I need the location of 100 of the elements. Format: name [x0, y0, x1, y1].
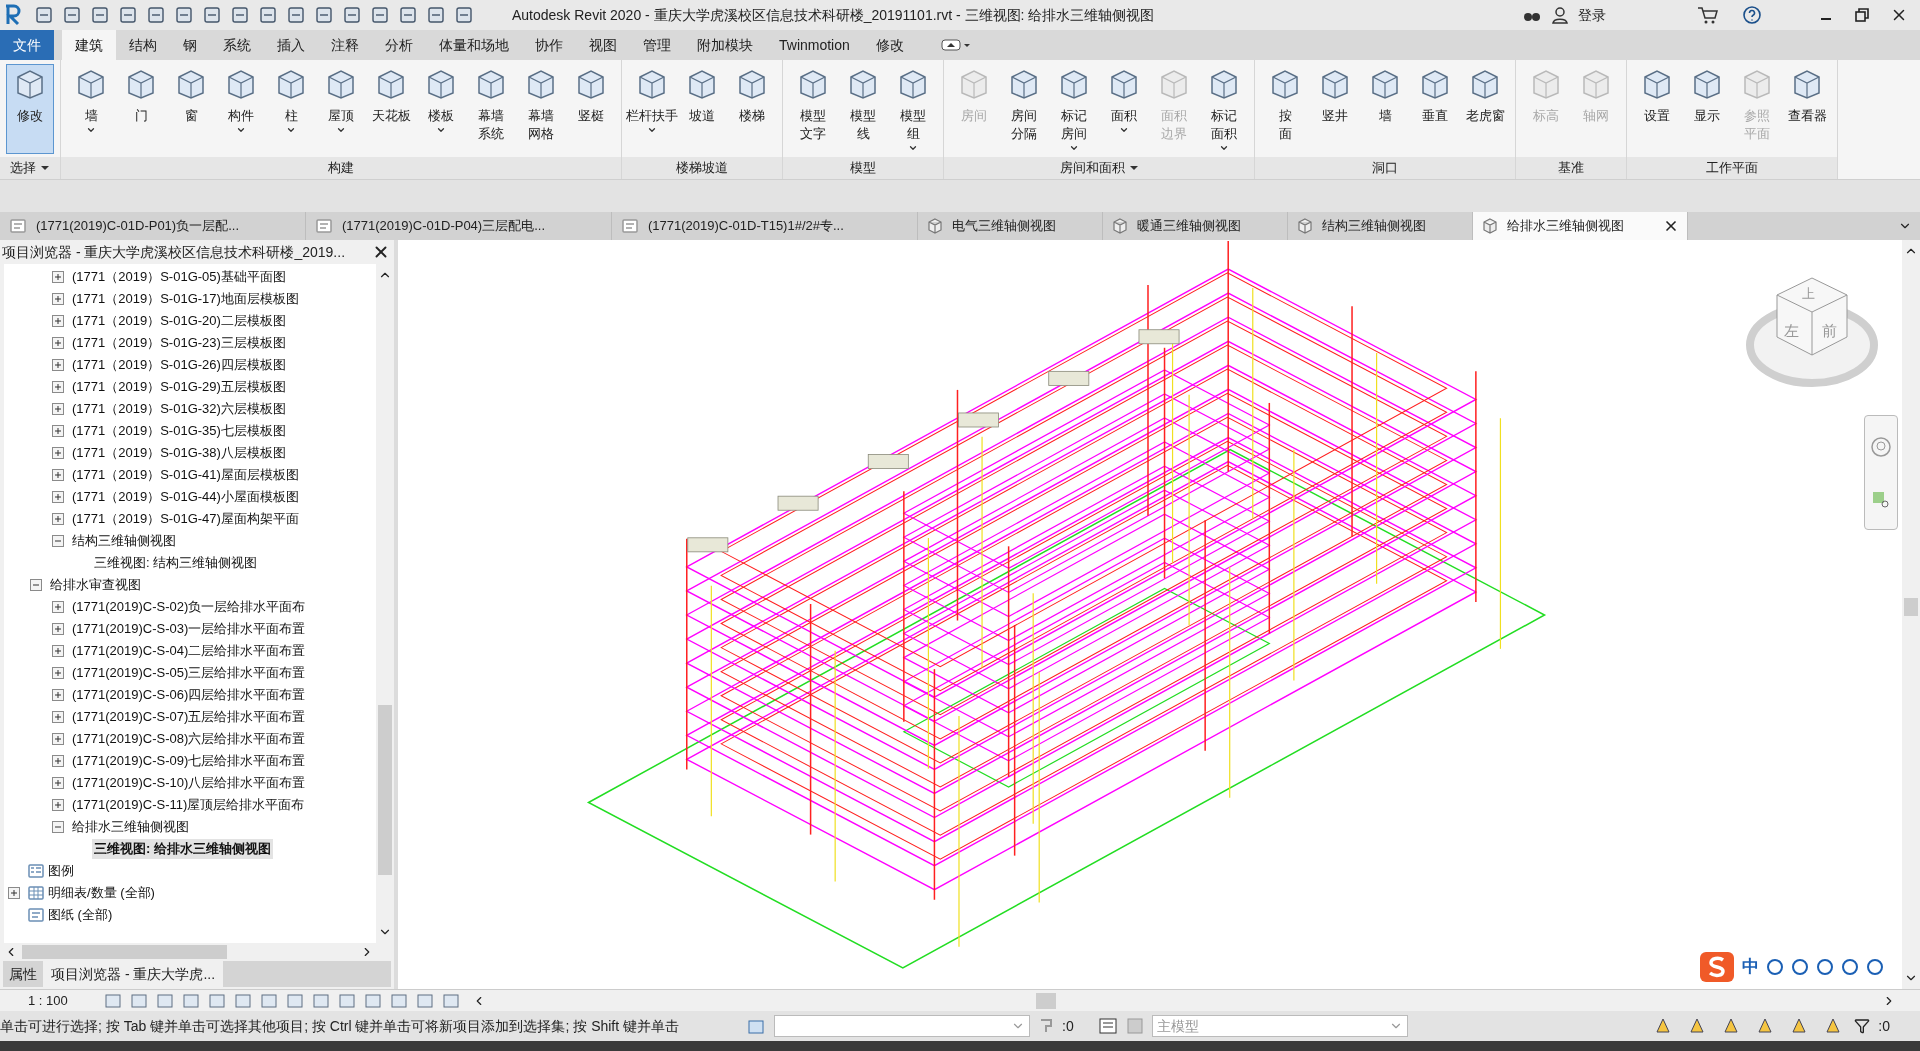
expand-toggle[interactable]	[52, 469, 64, 481]
expand-toggle[interactable]	[52, 513, 64, 525]
ribbon-tool-button[interactable]: 竖梃	[567, 64, 615, 157]
expand-toggle[interactable]	[52, 293, 64, 305]
tree-item[interactable]: (1771(2019)C-S-09)七层给排水平面布置	[70, 751, 308, 771]
tree-item[interactable]: (1771（2019）S-01G-35)七层模板图	[70, 421, 288, 441]
ribbon-tool-button[interactable]: 模型组	[889, 64, 937, 157]
ribbon-tab[interactable]: 系统	[210, 30, 264, 60]
close-tab-icon[interactable]	[1663, 218, 1679, 234]
ribbon-tab[interactable]: 协作	[522, 30, 576, 60]
tree-item[interactable]: (1771（2019）S-01G-44)小屋面模板图	[70, 487, 301, 507]
tree-item[interactable]: 明细表/数量 (全部)	[46, 883, 157, 903]
tree-item[interactable]: (1771（2019）S-01G-23)三层模板图	[70, 333, 288, 353]
panel-tab[interactable]: 属性	[3, 961, 43, 987]
scrollbar-thumb[interactable]	[22, 945, 227, 959]
tree-item[interactable]: 结构三维轴侧视图	[70, 531, 178, 551]
tree-item[interactable]: (1771(2019)C-S-05)三层给排水平面布置	[70, 663, 308, 683]
ribbon-tool-button[interactable]: 栏杆扶手	[628, 64, 676, 157]
tree-item[interactable]: 图纸 (全部)	[46, 905, 115, 925]
ribbon-tool-button[interactable]: 房间分隔	[1000, 64, 1048, 157]
restore-icon[interactable]	[1854, 7, 1870, 23]
expand-toggle[interactable]	[52, 491, 64, 503]
collapse-toggle[interactable]	[30, 579, 42, 591]
ribbon-tab[interactable]: 注释	[318, 30, 372, 60]
tree-item[interactable]: (1771(2019)C-S-03)一层给排水平面布置	[70, 619, 308, 639]
login-button[interactable]: 登录	[1578, 4, 1688, 26]
ribbon-tool-button[interactable]: 面积	[1100, 64, 1148, 157]
tree-item[interactable]: (1771（2019）S-01G-38)八层模板图	[70, 443, 288, 463]
expand-toggle[interactable]	[52, 733, 64, 745]
expand-toggle[interactable]	[52, 645, 64, 657]
ribbon-tab[interactable]: 修改	[862, 30, 917, 60]
ribbon-tab[interactable]: 管理	[630, 30, 684, 60]
expand-toggle[interactable]	[52, 755, 64, 767]
caret-icon[interactable]	[40, 165, 50, 171]
expand-toggle[interactable]	[52, 425, 64, 437]
ribbon-tool-button[interactable]: 屋顶	[317, 64, 365, 157]
ribbon-tool-button[interactable]: 柱	[267, 64, 315, 157]
ribbon-tool-button[interactable]: 标记房间	[1050, 64, 1098, 157]
view-tab[interactable]: 给排水三维轴侧视图	[1473, 212, 1688, 240]
design-options-icon[interactable]	[1097, 1017, 1118, 1035]
ribbon-tool-button[interactable]: 坡道	[678, 64, 726, 157]
ribbon-tab[interactable]: 结构	[116, 30, 170, 60]
ribbon-tool-button[interactable]: 墙	[1361, 64, 1409, 157]
expand-toggle[interactable]	[52, 799, 64, 811]
collapse-toggle[interactable]	[52, 535, 64, 547]
ribbon-tab[interactable]: Twinmotion	[766, 30, 863, 60]
ribbon-tab[interactable]: 钢	[170, 30, 210, 60]
panel-toggle-icon[interactable]	[940, 38, 971, 52]
ribbon-tool-button[interactable]: 垂直	[1411, 64, 1459, 157]
tree-item[interactable]: (1771(2019)C-S-04)二层给排水平面布置	[70, 641, 308, 661]
zoom-icon[interactable]	[1872, 490, 1890, 509]
tree-item[interactable]: (1771（2019）S-01G-20)二层模板图	[70, 311, 288, 331]
ribbon-tool-button[interactable]: 设置	[1633, 64, 1681, 157]
tree-item[interactable]: (1771(2019)C-S-07)五层给排水平面布置	[70, 707, 308, 727]
scrollbar-thumb[interactable]	[378, 705, 392, 875]
view-scale[interactable]: 1 : 100	[0, 990, 100, 1011]
tree-item[interactable]: (1771(2019)C-S-10)八层给排水平面布置	[70, 773, 308, 793]
expand-toggle[interactable]	[52, 689, 64, 701]
ribbon-tool-button[interactable]: 查看器	[1783, 64, 1831, 157]
tree-item[interactable]: 给排水审查视图	[48, 575, 143, 595]
expand-toggle[interactable]	[52, 315, 64, 327]
ribbon-tab[interactable]: 插入	[264, 30, 318, 60]
tree-item[interactable]: (1771(2019)C-S-11)屋顶层给排水平面布	[70, 795, 307, 815]
expand-toggle[interactable]	[52, 777, 64, 789]
collapse-toggle[interactable]	[52, 821, 64, 833]
user-icon[interactable]	[1550, 5, 1570, 25]
expand-toggle[interactable]	[8, 887, 20, 899]
scrollbar-thumb[interactable]	[1904, 598, 1918, 616]
tree-item[interactable]: (1771（2019）S-01G-32)六层模板图	[70, 399, 288, 419]
tree-item[interactable]: (1771(2019)C-S-06)四层给排水平面布置	[70, 685, 308, 705]
ime-logo-icon[interactable]	[1699, 951, 1735, 983]
ribbon-tab[interactable]: 分析	[372, 30, 426, 60]
ribbon-tool-button[interactable]: 楼梯	[728, 64, 776, 157]
expand-toggle[interactable]	[52, 447, 64, 459]
tree-item[interactable]: (1771（2019）S-01G-05)基础平面图	[70, 267, 288, 287]
expand-toggle[interactable]	[52, 667, 64, 679]
ribbon-tool-button[interactable]: 标记面积	[1200, 64, 1248, 157]
ribbon-tool-button[interactable]: 模型文字	[789, 64, 837, 157]
vertical-scrollbar[interactable]	[1902, 240, 1920, 989]
tree-item[interactable]: (1771（2019）S-01G-26)四层模板图	[70, 355, 288, 375]
expand-toggle[interactable]	[52, 403, 64, 415]
tree-item[interactable]: 图例	[46, 861, 76, 881]
tree-item[interactable]: (1771(2019)C-S-02)负一层给排水平面布	[70, 597, 308, 617]
ribbon-tab[interactable]: 视图	[576, 30, 630, 60]
filter-icon[interactable]	[1854, 1018, 1871, 1034]
ribbon-tool-button[interactable]: 竖井	[1311, 64, 1359, 157]
file-menu-button[interactable]: 文件	[0, 30, 54, 60]
ribbon-tool-button[interactable]: 天花板	[367, 64, 415, 157]
caret-icon[interactable]	[1128, 165, 1139, 171]
ribbon-tool-button[interactable]: 模型线	[839, 64, 887, 157]
expand-toggle[interactable]	[52, 381, 64, 393]
tree-item[interactable]: (1771（2019）S-01G-29)五层模板图	[70, 377, 288, 397]
tree-item[interactable]: 给排水三维轴侧视图	[70, 817, 191, 837]
steering-wheel-icon[interactable]	[1870, 436, 1892, 459]
help-icon[interactable]	[1742, 5, 1762, 25]
ribbon-tool-button[interactable]: 楼板	[417, 64, 465, 157]
ime-mode-toggle[interactable]: 中	[1742, 954, 1759, 980]
tree-item[interactable]: (1771（2019）S-01G-47)屋面构架平面	[70, 509, 301, 529]
ribbon-tool-button[interactable]: 幕墙系统	[467, 64, 515, 157]
ribbon-tool-button[interactable]: 构件	[217, 64, 265, 157]
